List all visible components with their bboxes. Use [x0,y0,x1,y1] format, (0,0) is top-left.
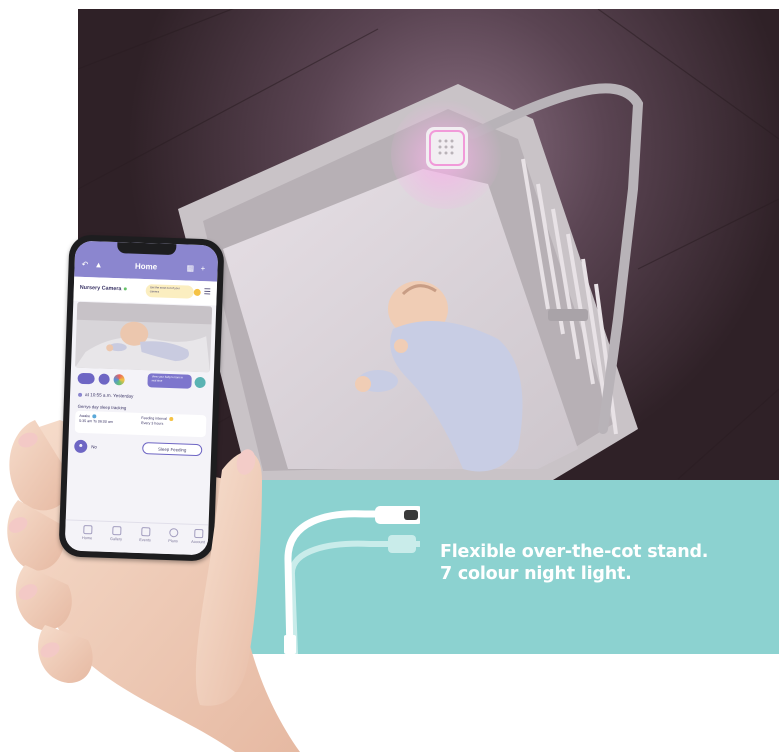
baby-avatar[interactable]: ☻ [74,439,88,454]
stand-illustration [284,506,420,654]
bottom-tab-bar: Home Gallery Events Plans Account [64,519,212,556]
online-status-dot [123,287,127,291]
audio-button[interactable] [98,373,110,385]
baby-video-frame [75,301,213,373]
tab-gallery[interactable]: Gallery [103,526,130,542]
camera-name-label: Nursery Camera [79,284,122,293]
feeding-time: Every 3 hours [141,421,164,426]
grid-icon[interactable]: ▦ [186,263,194,272]
app-screen: ↶ ▲ Home ▦ + Nursery Camera Get the most… [64,240,219,556]
awake-label: Awake [79,413,91,419]
events-icon [140,527,150,537]
tab-label: Account [191,539,205,545]
sun-icon [193,288,201,297]
camera-name[interactable]: Nursery Camera [80,285,127,293]
tag-label: No [91,444,97,450]
tab-label: Gallery [109,536,123,542]
app-title: Home [134,261,158,272]
tab-label: Home [81,536,93,541]
awake-time: 5:35 am To 06:00 am [79,418,113,425]
tab-label: Plans [168,539,178,544]
tab-home[interactable]: Home [74,525,101,541]
night-light-color-button[interactable] [113,374,125,386]
feeding-status-icon [168,417,173,422]
tab-account[interactable]: Account [185,528,212,545]
tag-row: ☻ No Sleep Feeding [74,439,205,460]
last-activity: at 10:55 a.m. Yesterday [78,392,133,399]
record-toggle[interactable] [77,372,95,385]
sleep-feeding-button[interactable]: Sleep Feeding [142,442,203,457]
activity-dot-icon [78,392,83,397]
add-icon[interactable]: + [200,264,205,273]
gallery-icon [111,526,122,536]
feature-caption: Flexible over-the-cot stand. 7 colour ni… [440,541,760,585]
more-options-icon[interactable] [194,376,206,389]
feeding-stat: Feeding interval Every 3 hours [141,416,173,427]
sleep-tracking-title: Gerrys day sleep tracking [77,403,127,411]
sleep-tracking-card[interactable]: Awake 5:35 am To 06:00 am Feeding interv… [74,410,207,438]
camera-row: Nursery Camera Get the most out of your … [73,276,218,306]
live-video-feed[interactable] [75,301,213,373]
smartphone: ↶ ▲ Home ▦ + Nursery Camera Get the most… [58,234,225,562]
tab-events[interactable]: Events [132,527,159,543]
tab-label: Events [139,538,151,543]
feature-caption-panel: Flexible over-the-cot stand. 7 colour ni… [230,480,779,654]
awake-stat: Awake 5:35 am To 06:00 am [79,414,113,425]
last-activity-text: at 10:55 a.m. Yesterday [84,392,134,399]
caption-line-stand: Flexible over-the-cot stand. [440,542,709,562]
home-icon [82,525,93,535]
menu-icon[interactable]: ☰ [204,287,211,296]
caption-line-night-light: 7 colour night light. [440,564,632,584]
control-hint-bubble: View your baby's room in real time [147,373,192,389]
phone-notch [117,242,177,256]
account-icon [193,528,203,539]
plans-icon [168,528,178,538]
awake-status-icon [91,414,97,419]
tab-plans[interactable]: Plans [160,528,187,544]
camera-tip-pill[interactable]: Get the most out of your camera [145,284,194,299]
